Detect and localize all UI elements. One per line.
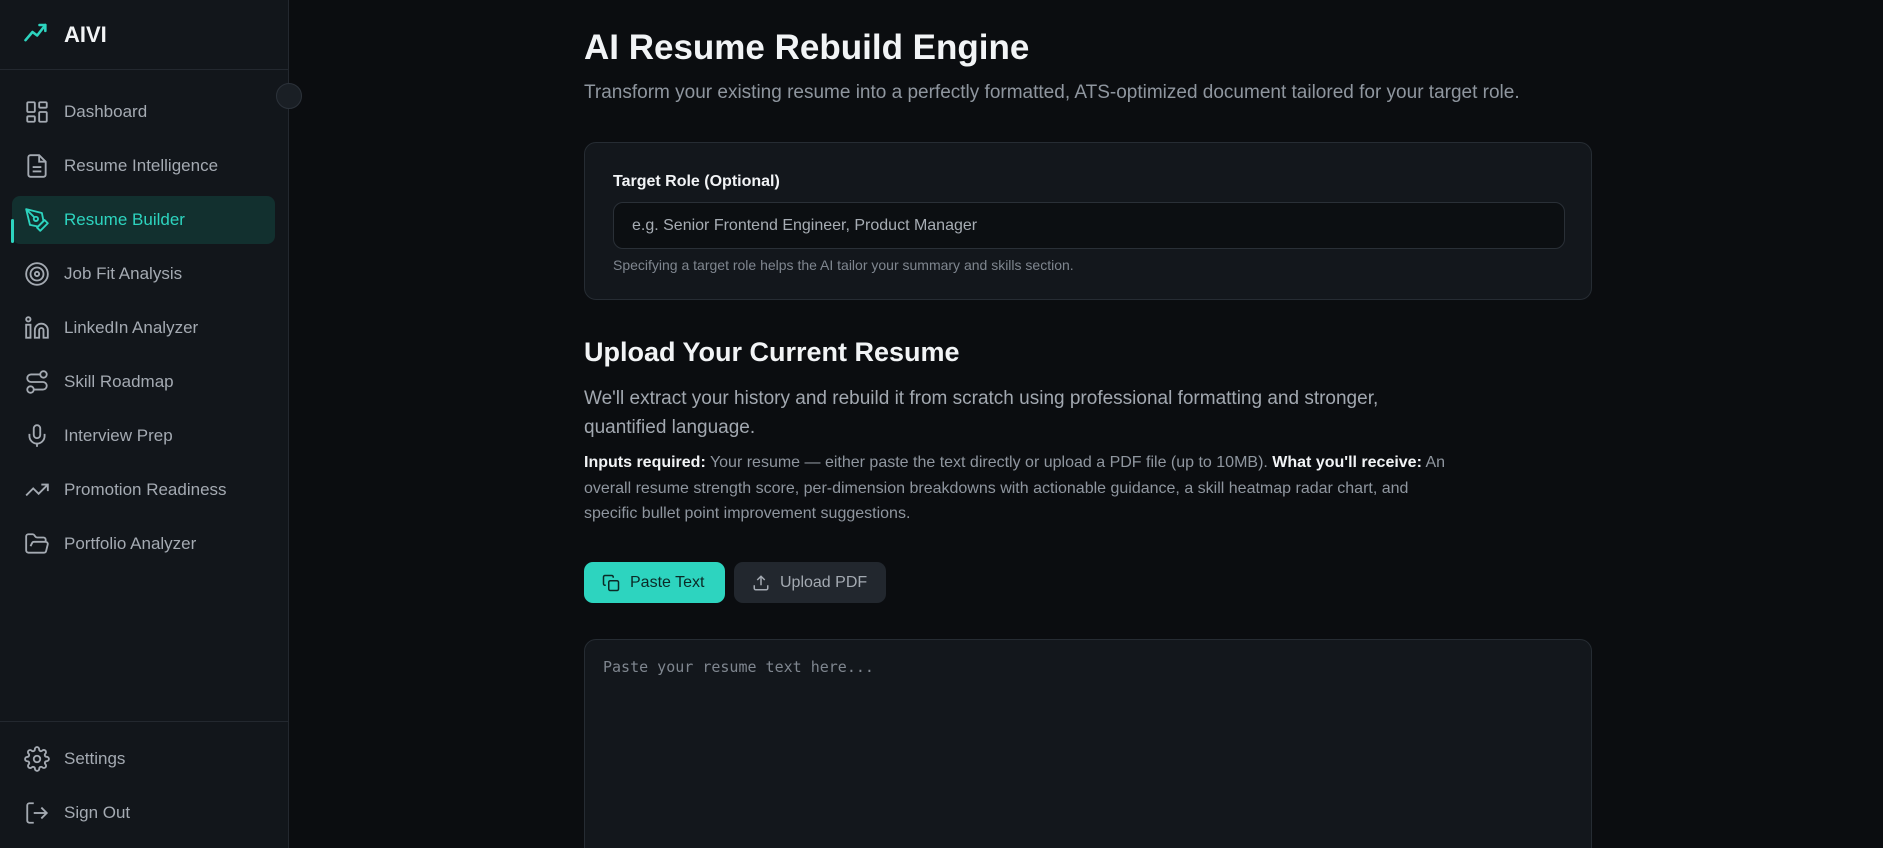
sidebar-item-label: Interview Prep — [64, 426, 173, 445]
target-role-help: Specifying a target role helps the AI ta… — [613, 257, 1074, 273]
route-icon — [24, 369, 50, 395]
upload-description: We'll extract your history and rebuild i… — [584, 388, 1379, 438]
page-subtitle: Transform your existing resume into a pe… — [584, 82, 1520, 103]
active-indicator — [11, 219, 14, 243]
dashboard-icon — [24, 99, 50, 125]
sidebar-item-label: Skill Roadmap — [64, 372, 174, 391]
gear-icon — [24, 746, 50, 772]
linkedin-icon — [24, 315, 50, 341]
paste-text-button[interactable]: Paste Text — [584, 562, 725, 603]
folder-open-icon — [24, 531, 50, 557]
sidebar-item-resume-intelligence[interactable]: Resume Intelligence — [12, 142, 275, 190]
sidebar-item-linkedin-analyzer[interactable]: LinkedIn Analyzer — [12, 304, 275, 352]
sign-out-icon — [24, 800, 50, 826]
brand[interactable]: AIVI — [0, 0, 288, 70]
sidebar-item-interview-prep[interactable]: Interview Prep — [12, 412, 275, 460]
target-icon — [24, 261, 50, 287]
sidebar-item-label: Promotion Readiness — [64, 480, 227, 499]
brand-name: AIVI — [64, 21, 107, 47]
sidebar-item-sign-out[interactable]: Sign Out — [12, 789, 275, 837]
sidebar-collapse-button[interactable] — [276, 83, 302, 109]
upload-icon — [752, 574, 780, 592]
upload-pdf-label: Upload PDF — [780, 573, 868, 591]
sidebar: AIVI Dashboard Resume Intelligence Resum… — [0, 0, 289, 848]
target-role-input[interactable] — [613, 202, 1565, 249]
sidebar-item-promotion-readiness[interactable]: Promotion Readiness — [12, 466, 275, 514]
sidebar-item-job-fit-analysis[interactable]: Job Fit Analysis — [12, 250, 275, 298]
receive-label: What you'll receive: — [1272, 454, 1422, 471]
sidebar-item-portfolio-analyzer[interactable]: Portfolio Analyzer — [12, 520, 275, 568]
target-role-label: Target Role (Optional) — [613, 173, 780, 190]
inputs-required-text: Your resume — either paste the text dire… — [705, 454, 1273, 471]
copy-icon — [602, 574, 630, 592]
sidebar-item-label: Portfolio Analyzer — [64, 534, 197, 553]
upload-pdf-button[interactable]: Upload PDF — [734, 562, 886, 603]
upload-section-title: Upload Your Current Resume — [584, 337, 960, 367]
microphone-icon — [24, 423, 50, 449]
sidebar-item-label: LinkedIn Analyzer — [64, 318, 199, 337]
sidebar-item-label: Resume Intelligence — [64, 156, 219, 175]
page-title: AI Resume Rebuild Engine — [584, 28, 1030, 67]
inputs-required-label: Inputs required: — [584, 454, 706, 471]
sidebar-item-skill-roadmap[interactable]: Skill Roadmap — [12, 358, 275, 406]
trending-logo-icon — [22, 18, 50, 51]
trending-up-icon — [24, 477, 50, 503]
document-icon — [24, 153, 50, 179]
target-role-card: Target Role (Optional) Specifying a targ… — [584, 142, 1592, 300]
sidebar-item-dashboard[interactable]: Dashboard — [12, 88, 275, 136]
sidebar-item-label: Job Fit Analysis — [64, 264, 183, 283]
sidebar-divider — [0, 721, 289, 722]
resume-text-area[interactable] — [584, 639, 1592, 848]
sidebar-item-resume-builder[interactable]: Resume Builder — [12, 196, 275, 244]
sidebar-item-label: Settings — [64, 749, 126, 768]
upload-info: Inputs required: Your resume — either pa… — [584, 450, 1454, 527]
paste-text-label: Paste Text — [630, 573, 705, 591]
pen-tool-icon — [24, 207, 50, 233]
sidebar-item-settings[interactable]: Settings — [12, 735, 275, 783]
sidebar-item-label: Sign Out — [64, 803, 131, 822]
sidebar-item-label: Dashboard — [64, 102, 148, 121]
sidebar-item-label: Resume Builder — [64, 210, 185, 229]
